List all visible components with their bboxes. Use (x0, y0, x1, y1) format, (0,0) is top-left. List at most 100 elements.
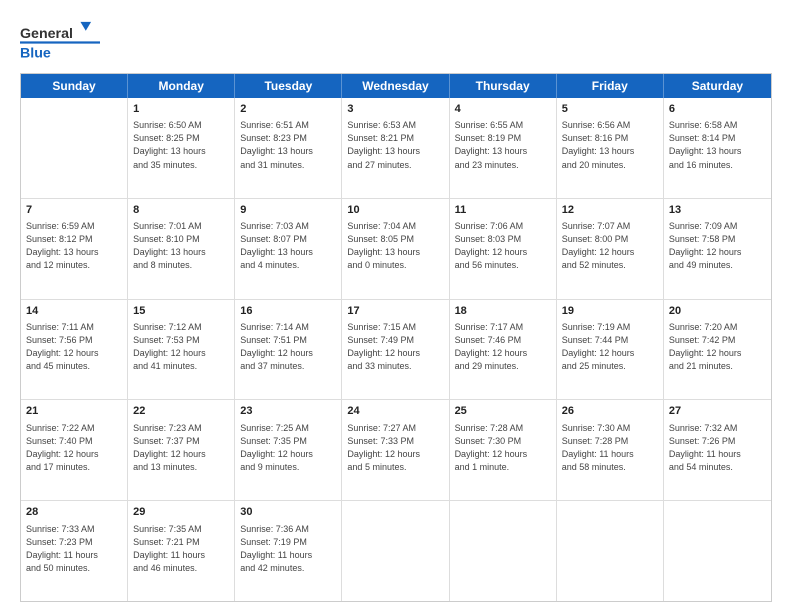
cell-info: Sunrise: 7:36 AM Sunset: 7:19 PM Dayligh… (240, 523, 336, 575)
cell-info: Sunrise: 6:50 AM Sunset: 8:25 PM Dayligh… (133, 119, 229, 171)
day-number: 6 (669, 102, 766, 117)
day-number: 19 (562, 304, 658, 319)
svg-text:Blue: Blue (20, 45, 51, 61)
day-number: 14 (26, 304, 122, 319)
logo-svg: General Blue (20, 18, 100, 63)
calendar-body: 1 Sunrise: 6:50 AM Sunset: 8:25 PM Daylig… (21, 98, 771, 601)
header-day-saturday: Saturday (664, 74, 771, 98)
calendar-row-3: 21Sunrise: 7:22 AM Sunset: 7:40 PM Dayli… (21, 400, 771, 501)
header-day-thursday: Thursday (450, 74, 557, 98)
cell-info: Sunrise: 7:28 AM Sunset: 7:30 PM Dayligh… (455, 422, 551, 474)
calendar-cell-r1-c5: 12 Sunrise: 7:07 AM Sunset: 8:00 PM Dayli… (557, 199, 664, 299)
day-number: 24 (347, 404, 443, 419)
calendar-cell-r1-c2: 9 Sunrise: 7:03 AM Sunset: 8:07 PM Daylig… (235, 199, 342, 299)
calendar-cell-r4-c6 (664, 501, 771, 601)
calendar-cell-r0-c5: 5Sunrise: 6:56 AM Sunset: 8:16 PM Daylig… (557, 98, 664, 198)
calendar-cell-r2-c0: 14 Sunrise: 7:11 AM Sunset: 7:56 PM Dayli… (21, 300, 128, 400)
cell-info: Sunrise: 6:59 AM Sunset: 8:12 PM Dayligh… (26, 220, 122, 272)
day-number: 9 (240, 203, 336, 218)
calendar-cell-r3-c4: 25 Sunrise: 7:28 AM Sunset: 7:30 PM Dayli… (450, 400, 557, 500)
calendar-cell-r2-c2: 16Sunrise: 7:14 AM Sunset: 7:51 PM Dayli… (235, 300, 342, 400)
calendar-cell-r4-c0: 28 Sunrise: 7:33 AM Sunset: 7:23 PM Dayli… (21, 501, 128, 601)
cell-info: Sunrise: 7:23 AM Sunset: 7:37 PM Dayligh… (133, 422, 229, 474)
calendar-cell-r0-c6: 6 Sunrise: 6:58 AM Sunset: 8:14 PM Daylig… (664, 98, 771, 198)
calendar-row-1: 7 Sunrise: 6:59 AM Sunset: 8:12 PM Daylig… (21, 199, 771, 300)
header-day-tuesday: Tuesday (235, 74, 342, 98)
calendar-cell-r4-c3 (342, 501, 449, 601)
calendar: SundayMondayTuesdayWednesdayThursdayFrid… (20, 73, 772, 602)
header-day-friday: Friday (557, 74, 664, 98)
day-number: 25 (455, 404, 551, 419)
calendar-cell-r3-c3: 24 Sunrise: 7:27 AM Sunset: 7:33 PM Dayli… (342, 400, 449, 500)
calendar-row-4: 28 Sunrise: 7:33 AM Sunset: 7:23 PM Dayli… (21, 501, 771, 601)
calendar-cell-r3-c5: 26 Sunrise: 7:30 AM Sunset: 7:28 PM Dayli… (557, 400, 664, 500)
cell-info: Sunrise: 7:33 AM Sunset: 7:23 PM Dayligh… (26, 523, 122, 575)
day-number: 28 (26, 505, 122, 520)
calendar-cell-r4-c4 (450, 501, 557, 601)
header: General Blue (20, 18, 772, 63)
cell-info: Sunrise: 7:11 AM Sunset: 7:56 PM Dayligh… (26, 321, 122, 373)
day-number: 13 (669, 203, 766, 218)
day-number: 20 (669, 304, 766, 319)
cell-info: Sunrise: 7:35 AM Sunset: 7:21 PM Dayligh… (133, 523, 229, 575)
calendar-cell-r3-c1: 22Sunrise: 7:23 AM Sunset: 7:37 PM Dayli… (128, 400, 235, 500)
day-number: 21 (26, 404, 122, 419)
day-number: 23 (240, 404, 336, 419)
day-number: 15 (133, 304, 229, 319)
cell-info: Sunrise: 7:07 AM Sunset: 8:00 PM Dayligh… (562, 220, 658, 272)
calendar-cell-r4-c2: 30 Sunrise: 7:36 AM Sunset: 7:19 PM Dayli… (235, 501, 342, 601)
day-number: 11 (455, 203, 551, 218)
cell-info: Sunrise: 7:14 AM Sunset: 7:51 PM Dayligh… (240, 321, 336, 373)
calendar-row-2: 14 Sunrise: 7:11 AM Sunset: 7:56 PM Dayli… (21, 300, 771, 401)
day-number: 26 (562, 404, 658, 419)
cell-info: Sunrise: 7:17 AM Sunset: 7:46 PM Dayligh… (455, 321, 551, 373)
calendar-cell-r1-c4: 11Sunrise: 7:06 AM Sunset: 8:03 PM Dayli… (450, 199, 557, 299)
calendar-cell-r0-c4: 4Sunrise: 6:55 AM Sunset: 8:19 PM Daylig… (450, 98, 557, 198)
calendar-cell-r4-c5 (557, 501, 664, 601)
calendar-cell-r1-c6: 13 Sunrise: 7:09 AM Sunset: 7:58 PM Dayli… (664, 199, 771, 299)
cell-info: Sunrise: 7:09 AM Sunset: 7:58 PM Dayligh… (669, 220, 766, 272)
day-number: 17 (347, 304, 443, 319)
calendar-cell-r2-c3: 17Sunrise: 7:15 AM Sunset: 7:49 PM Dayli… (342, 300, 449, 400)
cell-info: Sunrise: 6:58 AM Sunset: 8:14 PM Dayligh… (669, 119, 766, 171)
day-number: 27 (669, 404, 766, 419)
day-number: 18 (455, 304, 551, 319)
logo: General Blue (20, 18, 100, 63)
cell-info: Sunrise: 7:32 AM Sunset: 7:26 PM Dayligh… (669, 422, 766, 474)
cell-info: Sunrise: 6:53 AM Sunset: 8:21 PM Dayligh… (347, 119, 443, 171)
calendar-cell-r2-c4: 18 Sunrise: 7:17 AM Sunset: 7:46 PM Dayli… (450, 300, 557, 400)
cell-info: Sunrise: 6:55 AM Sunset: 8:19 PM Dayligh… (455, 119, 551, 171)
cell-info: Sunrise: 7:04 AM Sunset: 8:05 PM Dayligh… (347, 220, 443, 272)
calendar-cell-r2-c6: 20Sunrise: 7:20 AM Sunset: 7:42 PM Dayli… (664, 300, 771, 400)
page: General Blue SundayMondayTuesdayWednesda… (0, 0, 792, 612)
calendar-cell-r0-c3: 3Sunrise: 6:53 AM Sunset: 8:21 PM Daylig… (342, 98, 449, 198)
calendar-cell-r1-c1: 8 Sunrise: 7:01 AM Sunset: 8:10 PM Daylig… (128, 199, 235, 299)
calendar-cell-r2-c1: 15 Sunrise: 7:12 AM Sunset: 7:53 PM Dayli… (128, 300, 235, 400)
calendar-cell-r2-c5: 19 Sunrise: 7:19 AM Sunset: 7:44 PM Dayli… (557, 300, 664, 400)
day-number: 12 (562, 203, 658, 218)
cell-info: Sunrise: 7:27 AM Sunset: 7:33 PM Dayligh… (347, 422, 443, 474)
day-number: 10 (347, 203, 443, 218)
calendar-cell-r3-c6: 27 Sunrise: 7:32 AM Sunset: 7:26 PM Dayli… (664, 400, 771, 500)
cell-info: Sunrise: 7:01 AM Sunset: 8:10 PM Dayligh… (133, 220, 229, 272)
cell-info: Sunrise: 7:30 AM Sunset: 7:28 PM Dayligh… (562, 422, 658, 474)
calendar-cell-r0-c2: 2Sunrise: 6:51 AM Sunset: 8:23 PM Daylig… (235, 98, 342, 198)
cell-info: Sunrise: 7:25 AM Sunset: 7:35 PM Dayligh… (240, 422, 336, 474)
day-number: 8 (133, 203, 229, 218)
cell-info: Sunrise: 7:12 AM Sunset: 7:53 PM Dayligh… (133, 321, 229, 373)
day-number: 29 (133, 505, 229, 520)
calendar-cell-r1-c3: 10 Sunrise: 7:04 AM Sunset: 8:05 PM Dayli… (342, 199, 449, 299)
cell-info: Sunrise: 6:56 AM Sunset: 8:16 PM Dayligh… (562, 119, 658, 171)
header-day-wednesday: Wednesday (342, 74, 449, 98)
calendar-cell-r3-c0: 21Sunrise: 7:22 AM Sunset: 7:40 PM Dayli… (21, 400, 128, 500)
day-number: 2 (240, 102, 336, 117)
day-number: 7 (26, 203, 122, 218)
calendar-cell-r4-c1: 29 Sunrise: 7:35 AM Sunset: 7:21 PM Dayli… (128, 501, 235, 601)
calendar-cell-r1-c0: 7 Sunrise: 6:59 AM Sunset: 8:12 PM Daylig… (21, 199, 128, 299)
day-number: 30 (240, 505, 336, 520)
day-number: 1 (133, 102, 229, 117)
calendar-header: SundayMondayTuesdayWednesdayThursdayFrid… (21, 74, 771, 98)
cell-info: Sunrise: 7:03 AM Sunset: 8:07 PM Dayligh… (240, 220, 336, 272)
cell-info: Sunrise: 7:19 AM Sunset: 7:44 PM Dayligh… (562, 321, 658, 373)
calendar-row-0: 1 Sunrise: 6:50 AM Sunset: 8:25 PM Daylig… (21, 98, 771, 199)
